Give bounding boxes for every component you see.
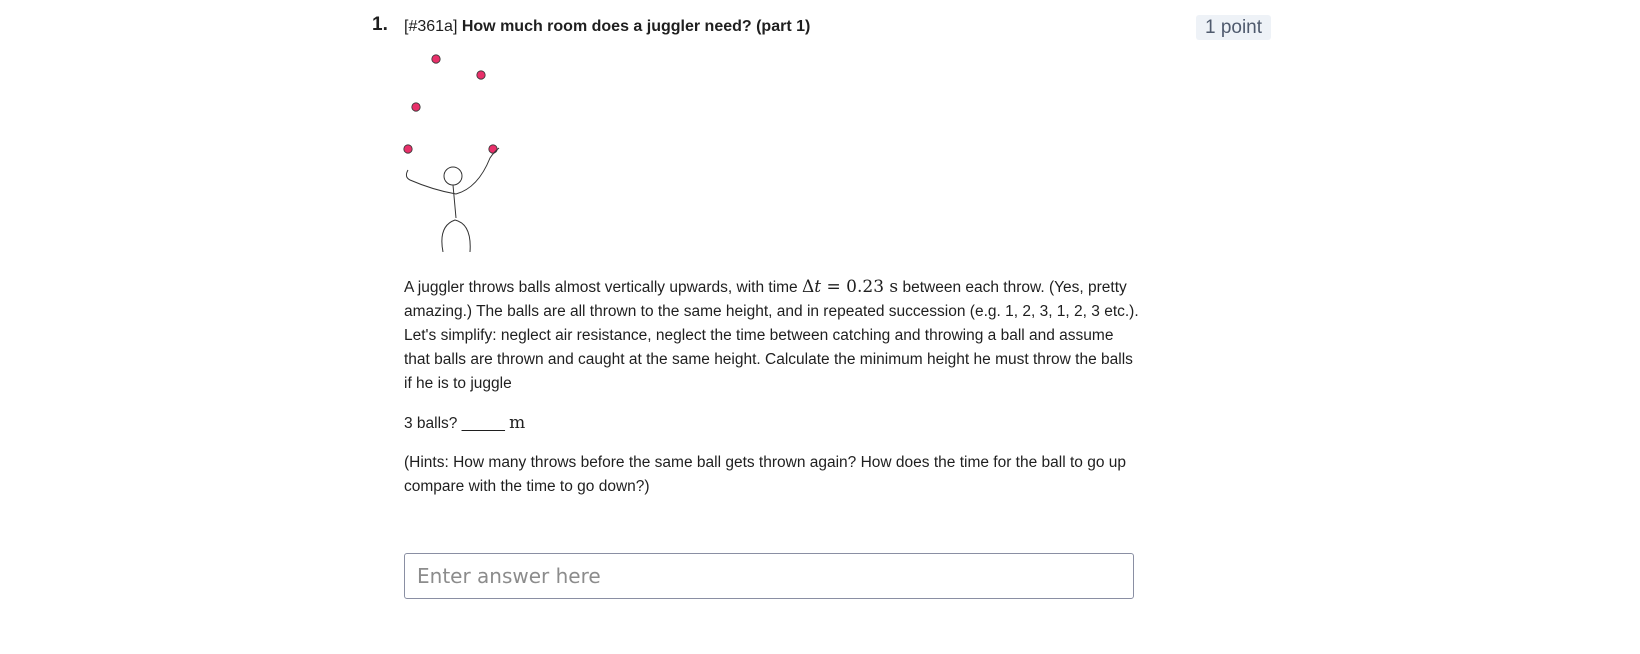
problem-text-before: A juggler throws balls almost vertically… <box>404 279 802 296</box>
juggler-left-arm <box>405 169 457 195</box>
ball-icon <box>476 70 486 80</box>
juggler-right-arm <box>455 147 500 195</box>
ball-icon <box>431 54 441 64</box>
question-heading: How much room does a juggler need? (part… <box>461 18 811 35</box>
ball-icon <box>403 144 413 154</box>
question-title: [#361a] How much room does a juggler nee… <box>404 17 810 37</box>
math-expression: Δt = 0.23 s <box>802 277 898 297</box>
sub-question: 3 balls? _____ m <box>404 411 1139 436</box>
juggler-torso <box>452 184 457 219</box>
math-delta: Δ <box>801 277 815 297</box>
math-unit: s <box>889 277 899 297</box>
ball-icon <box>411 102 421 112</box>
points-badge: 1 point <box>1196 15 1271 40</box>
sub-question-text: 3 balls? _____ <box>404 415 510 432</box>
sub-question-unit: m <box>509 413 526 433</box>
juggler-head <box>443 166 463 186</box>
math-value: = 0.23 <box>821 277 890 297</box>
juggler-legs <box>441 219 471 252</box>
juggler-illustration <box>403 54 500 252</box>
question-number: 1. <box>372 14 388 35</box>
hint-paragraph: (Hints: How many throws before the same … <box>404 454 1126 495</box>
question-tag: [#361a] <box>404 18 458 35</box>
ball-icon <box>488 144 498 154</box>
answer-input[interactable] <box>404 553 1134 599</box>
problem-paragraph: A juggler throws balls almost vertically… <box>404 275 1139 396</box>
